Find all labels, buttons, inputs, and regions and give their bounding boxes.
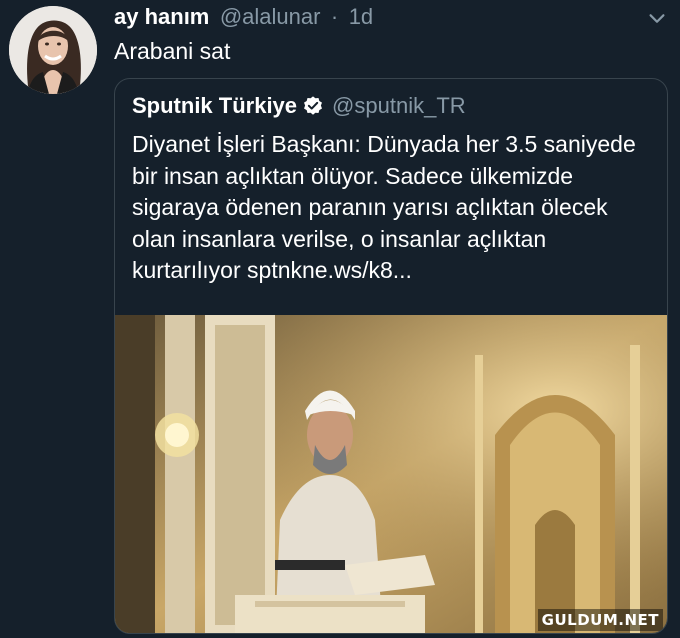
author-handle[interactable]: @alalunar	[220, 4, 321, 29]
quoted-tweet[interactable]: Sputnik Türkiye @sputnik_TR Diyanet İşle…	[114, 78, 668, 634]
chevron-down-icon[interactable]	[646, 8, 668, 30]
author-name[interactable]: ay hanım	[114, 4, 209, 29]
tweet-timestamp[interactable]: 1d	[349, 4, 373, 29]
quoted-author-name[interactable]: Sputnik Türkiye	[132, 93, 297, 119]
verified-badge-icon	[304, 96, 323, 115]
tweet-header: ay hanım @alalunar · 1d	[114, 4, 640, 32]
quoted-tweet-header: Sputnik Türkiye @sputnik_TR	[132, 93, 466, 119]
tweet-text: Arabani sat	[114, 38, 231, 64]
avatar[interactable]	[9, 6, 97, 94]
separator-dot: ·	[330, 4, 339, 29]
quoted-author-handle[interactable]: @sputnik_TR	[332, 93, 466, 119]
tweet[interactable]: ay hanım @alalunar · 1d Arabani sat Sput…	[0, 0, 680, 638]
quoted-tweet-text: Diyanet İşleri Başkanı: Dünyada her 3.5 …	[132, 131, 636, 283]
quoted-tweet-image[interactable]: GULDUM.NET	[115, 315, 667, 633]
watermark: GULDUM.NET	[537, 609, 663, 631]
